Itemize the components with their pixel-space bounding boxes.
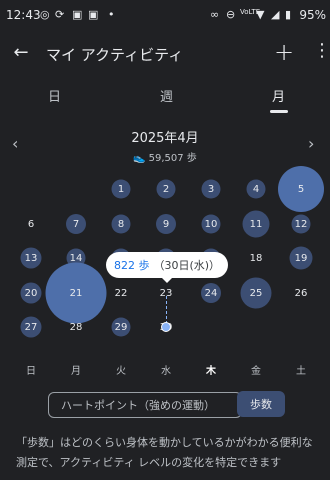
day-number: 12: [294, 218, 308, 230]
teams-icon-2: ▣: [88, 8, 99, 21]
calendar-day[interactable]: 25: [234, 271, 278, 315]
day-number: 10: [204, 218, 218, 230]
day-number: 5: [297, 183, 305, 195]
weekday-sat: 土: [296, 366, 306, 377]
day-number: 18: [249, 252, 263, 264]
weekday-wed: 水: [161, 366, 171, 377]
day-number: 11: [249, 218, 263, 230]
weekday-thu: 木: [206, 366, 216, 377]
day-number: 27: [24, 321, 38, 333]
day-number: 21: [69, 287, 83, 299]
teams-icon: ▣: [72, 8, 83, 21]
add-icon[interactable]: +: [274, 38, 294, 66]
day-number: 29: [114, 321, 128, 333]
day-number: 19: [294, 252, 308, 264]
wifi-icon: ▼: [256, 8, 265, 21]
day-number: 7: [72, 218, 80, 230]
day-tooltip: 822 歩 （30日(水)）: [106, 252, 228, 278]
sync-icon: ⟳: [55, 8, 65, 21]
shoe-icon: 👟: [133, 153, 146, 164]
heart-points-selector[interactable]: ハートポイント（強めの運動）: [48, 392, 242, 418]
link-icon: ∞: [210, 8, 220, 21]
weekday-fri: 金: [251, 366, 261, 377]
status-time: 12:43: [6, 8, 41, 22]
tooltip-arrow: [161, 277, 173, 283]
tab-day[interactable]: 日: [48, 86, 61, 105]
tab-indicator: [270, 110, 288, 113]
calendar-day[interactable]: 26: [279, 271, 323, 315]
weekday-mon: 月: [71, 366, 81, 377]
day-number: 22: [114, 287, 128, 299]
selected-day-dot: [161, 322, 171, 332]
day-number: 6: [27, 218, 35, 230]
tooltip-date: （30日(水)）: [153, 259, 221, 272]
total-steps-value: 59,507 歩: [148, 153, 197, 164]
day-number: 20: [24, 287, 38, 299]
calendar-day[interactable]: 28: [54, 305, 98, 349]
selected-day-line: [166, 296, 167, 324]
more-vert-icon[interactable]: ⋮: [313, 40, 330, 61]
notification-dot-icon: •: [108, 8, 115, 21]
day-number: 3: [207, 183, 215, 195]
day-number: 9: [162, 218, 170, 230]
day-number: 28: [69, 321, 83, 333]
day-number: 8: [117, 218, 125, 230]
day-number: 26: [294, 287, 308, 299]
tooltip-steps: 822 歩: [113, 259, 150, 272]
tab-month[interactable]: 月: [272, 86, 285, 105]
monthly-total-steps: 👟 59,507 歩: [0, 149, 330, 164]
calendar-day[interactable]: 27: [9, 305, 53, 349]
day-number: 25: [249, 287, 263, 299]
day-number: 4: [252, 183, 260, 195]
metric-description: 「歩数」はどのくらい身体を動かしているかがわかる便利な測定で、アクティビティ レ…: [16, 436, 313, 469]
day-number: 2: [162, 183, 170, 195]
day-number: 13: [24, 252, 38, 264]
check-circle-icon: ◎: [40, 8, 50, 21]
month-label: 2025年4月: [131, 131, 199, 146]
calendar-day[interactable]: 29: [99, 305, 143, 349]
day-number: 1: [117, 183, 125, 195]
back-arrow-icon[interactable]: ←: [10, 42, 32, 63]
weekday-sun: 日: [26, 366, 36, 377]
weekday-tue: 火: [116, 366, 126, 377]
do-not-disturb-icon: ⊖: [226, 8, 236, 21]
day-number: 24: [204, 287, 218, 299]
steps-selector[interactable]: 歩数: [237, 391, 285, 417]
tab-week[interactable]: 週: [160, 86, 173, 105]
signal-icon: ◢: [271, 8, 280, 21]
battery-icon: ▮: [285, 8, 292, 21]
page-title: マイ アクティビティ: [46, 46, 184, 64]
battery-percent: 95%: [299, 8, 326, 22]
